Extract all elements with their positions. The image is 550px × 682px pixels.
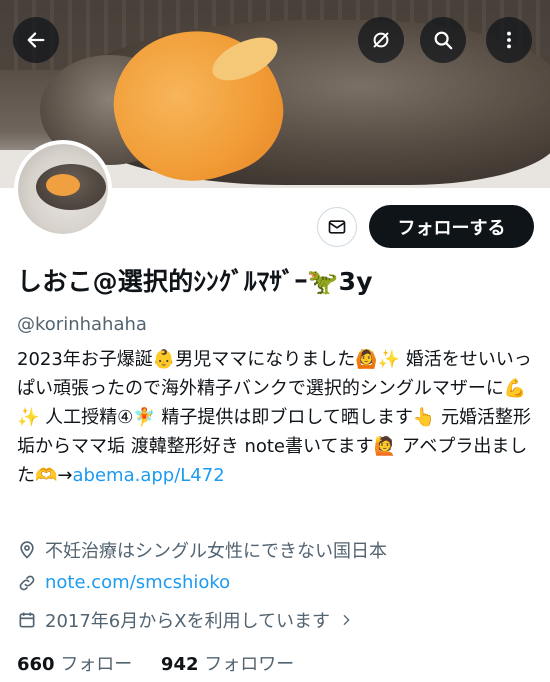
search-icon — [434, 31, 453, 50]
handle: @korinhahaha — [17, 314, 147, 335]
following-label: フォロー — [60, 654, 133, 675]
avatar-duck-toy — [46, 174, 80, 196]
follow-button[interactable]: フォローする — [369, 205, 534, 248]
message-button[interactable] — [317, 207, 357, 247]
followers-count: 942 — [160, 654, 199, 675]
following-count: 660 — [17, 654, 55, 675]
arrow-left-icon — [27, 32, 45, 48]
joined-row[interactable]: 2017年6月からXを利用しています — [17, 607, 362, 633]
location-text: 不妊治療はシングル女性にできない国日本 — [45, 541, 387, 562]
display-name: しおこ@選択的ｼﾝｸﾞﾙﾏｻﾞｰ🦖3y — [17, 267, 373, 296]
website-link[interactable]: note.com/smcshioko — [45, 572, 230, 593]
location-icon — [20, 541, 34, 559]
bio-link[interactable]: abema.app/L472 — [73, 465, 225, 486]
search-button[interactable] — [420, 17, 466, 63]
avatar[interactable] — [14, 140, 112, 238]
mute-button[interactable] — [358, 17, 404, 63]
link-icon — [19, 575, 35, 590]
mute-icon — [373, 32, 389, 48]
more-button[interactable] — [486, 17, 532, 63]
website-row: note.com/smcshioko — [17, 572, 230, 593]
more-vertical-icon — [507, 31, 511, 49]
back-button[interactable] — [13, 17, 59, 63]
chevron-right-icon — [343, 614, 350, 626]
location-row: 不妊治療はシングル女性にできない国日本 — [17, 537, 387, 563]
mail-icon — [328, 220, 346, 234]
bio: 2023年お子爆誕👶男児ママになりました🙆✨ 婚活をせいいっぱい頑張ったので海外… — [17, 345, 537, 490]
joined-text: 2017年6月からXを利用しています — [45, 611, 331, 632]
followers-link[interactable]: 942 フォロワー — [161, 654, 294, 675]
follow-stats: 660 フォロー 942 フォロワー — [17, 650, 294, 676]
following-link[interactable]: 660 フォロー — [17, 654, 132, 675]
avatar-image — [18, 144, 108, 234]
calendar-icon — [19, 612, 35, 628]
followers-label: フォロワー — [204, 654, 295, 675]
